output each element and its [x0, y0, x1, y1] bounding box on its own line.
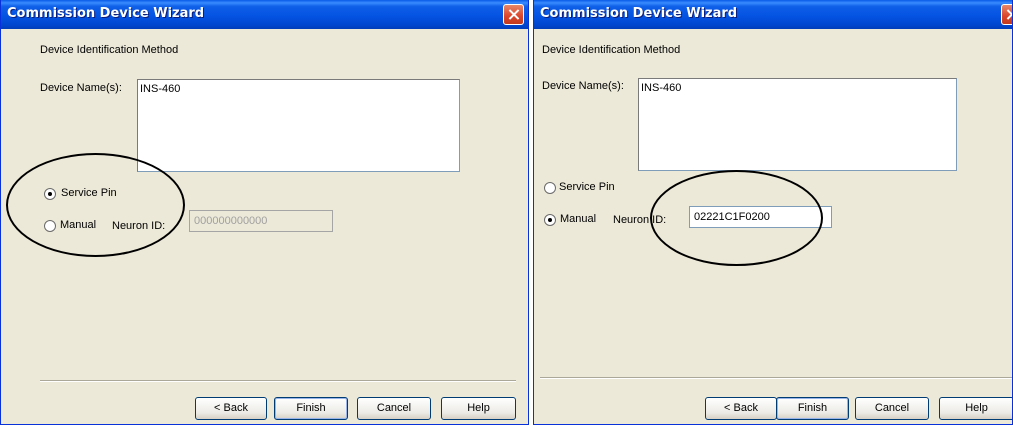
- device-names-label: Device Name(s):: [40, 82, 122, 94]
- device-names-label: Device Name(s):: [542, 80, 624, 92]
- title-bar[interactable]: Commission Device Wizard: [1, 0, 528, 29]
- divider: [40, 380, 516, 382]
- neuron-id-input[interactable]: 000000000000: [189, 210, 333, 232]
- service-pin-label: Service Pin: [559, 181, 615, 193]
- back-button[interactable]: < Back: [705, 397, 777, 420]
- window-title: Commission Device Wizard: [540, 6, 738, 21]
- close-icon[interactable]: [503, 4, 524, 25]
- finish-button[interactable]: Finish: [776, 397, 849, 420]
- window-title: Commission Device Wizard: [7, 6, 205, 21]
- cancel-button[interactable]: Cancel: [357, 397, 431, 420]
- manual-radio[interactable]: [544, 214, 556, 226]
- highlight-ellipse-right: [650, 170, 823, 266]
- back-button[interactable]: < Back: [195, 397, 267, 420]
- service-pin-radio[interactable]: [544, 182, 556, 194]
- divider: [540, 377, 1012, 379]
- highlight-ellipse-left: [6, 153, 185, 257]
- manual-label: Manual: [560, 213, 597, 225]
- title-bar[interactable]: Commission Device Wizard: [534, 0, 1012, 29]
- section-label: Device Identification Method: [40, 44, 179, 56]
- help-button[interactable]: Help: [939, 397, 1012, 420]
- cancel-button[interactable]: Cancel: [855, 397, 929, 420]
- device-names-field[interactable]: INS-460: [137, 79, 460, 172]
- device-names-value: INS-460: [641, 82, 682, 94]
- device-names-field[interactable]: INS-460: [638, 78, 957, 171]
- section-label: Device Identification Method: [542, 44, 681, 56]
- help-button[interactable]: Help: [441, 397, 516, 420]
- device-names-value: INS-460: [140, 83, 181, 95]
- neuron-id-value: 000000000000: [194, 215, 268, 227]
- finish-button[interactable]: Finish: [274, 397, 348, 420]
- close-icon[interactable]: [1001, 4, 1012, 25]
